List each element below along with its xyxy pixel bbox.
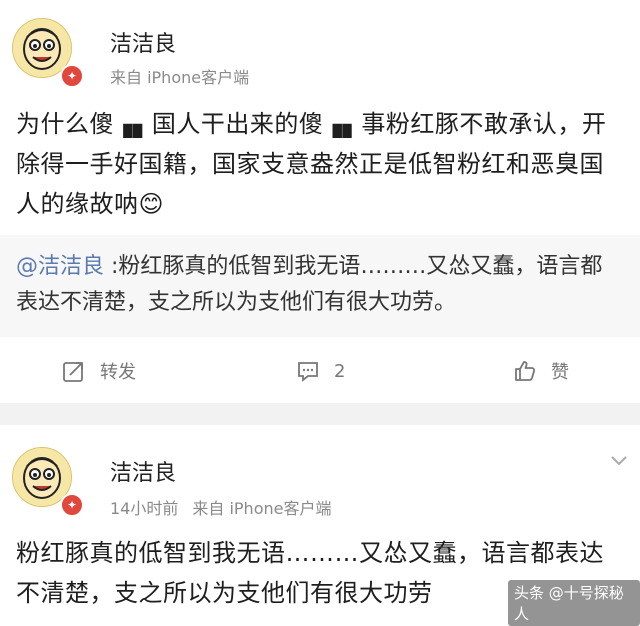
reply-author-name[interactable]: 洁洁良 bbox=[110, 455, 176, 487]
quoted-comment-body: :粉红豚真的低智到我无语………又怂又蠢，语言都表达不清楚，支之所以为支他们有很大… bbox=[16, 254, 603, 315]
repost-label: 转发 bbox=[100, 362, 136, 383]
comment-icon bbox=[298, 362, 318, 382]
post-author-name[interactable]: 洁洁良 bbox=[110, 26, 176, 58]
post-meta: 来自 iPhone客户端 bbox=[110, 64, 263, 88]
like-button[interactable]: 赞 bbox=[513, 357, 569, 385]
mention-link[interactable]: @洁洁良 bbox=[16, 254, 104, 279]
post-card: ✦ 洁洁良 来自 iPhone客户端 为什么傻▗▖国人干出来的傻▗▖事粉红豚不敢… bbox=[0, 0, 640, 403]
post-source: 来自 iPhone客户端 bbox=[110, 68, 250, 87]
quoted-comment-text: @洁洁良 :粉红豚真的低智到我无语………又怂又蠢，语言都表达不清楚，支之所以为支… bbox=[16, 249, 624, 321]
comment-count: 2 bbox=[334, 360, 346, 382]
card-separator bbox=[0, 403, 640, 425]
repost-button[interactable]: 转发 bbox=[62, 357, 136, 385]
comment-button[interactable]: 2 bbox=[296, 357, 345, 385]
action-bar: 转发 2 赞 bbox=[0, 345, 640, 397]
quoted-comment[interactable]: @洁洁良 :粉红豚真的低智到我无语………又怂又蠢，语言都表达不清楚，支之所以为支… bbox=[0, 235, 640, 337]
reply-meta: 14小时前 来自 iPhone客户端 bbox=[110, 495, 345, 519]
verified-badge-icon: ✦ bbox=[60, 64, 84, 88]
reply-source: 来自 iPhone客户端 bbox=[192, 499, 332, 518]
thumbs-up-icon bbox=[515, 361, 536, 381]
like-label: 赞 bbox=[551, 362, 569, 383]
watermark: 头条 @十号探秘人 bbox=[508, 580, 640, 626]
post-text: 为什么傻▗▖国人干出来的傻▗▖事粉红豚不敢承认，开除得一手好国籍，国家支意盎然正… bbox=[16, 110, 607, 218]
repost-icon bbox=[63, 362, 83, 382]
verified-badge-icon: ✦ bbox=[60, 493, 84, 517]
reply-time: 14小时前 bbox=[110, 499, 179, 518]
chevron-down-icon[interactable] bbox=[610, 455, 628, 467]
